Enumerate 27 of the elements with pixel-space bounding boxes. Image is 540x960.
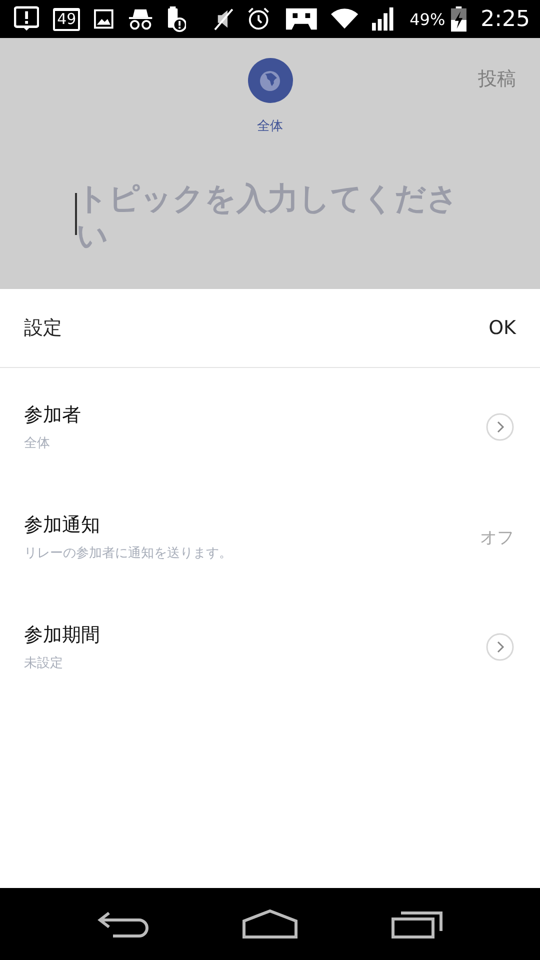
battery-alert-icon — [166, 5, 186, 33]
wifi-icon — [331, 8, 358, 30]
alarm-icon — [247, 7, 271, 31]
setting-description: リレーの参加者に通知を送ります。 — [24, 545, 233, 562]
setting-title[interactable]: 参加者 — [24, 402, 486, 428]
setting-description: 全体 — [24, 435, 51, 452]
back-icon[interactable] — [96, 909, 149, 939]
image-icon — [94, 9, 114, 29]
settings-title: 設定 — [24, 316, 62, 341]
globe-avatar[interactable] — [248, 58, 292, 103]
charging-battery-icon — [451, 6, 467, 32]
setting-description: 未設定 — [24, 655, 64, 672]
signal-icon — [372, 7, 396, 31]
calendar-icon: 49 — [53, 8, 80, 30]
clock-time: 2:25 — [480, 6, 530, 32]
cassette-icon — [284, 7, 318, 31]
recent-apps-icon[interactable] — [391, 909, 444, 939]
ok-button[interactable]: OK — [488, 317, 516, 339]
alert-icon — [14, 6, 40, 32]
battery-percent: 49% — [410, 10, 446, 28]
setting-title[interactable]: 参加期間 — [24, 622, 486, 648]
muted-speaker-icon — [214, 7, 234, 31]
audience-label: 全体 — [257, 118, 283, 135]
globe-icon — [259, 70, 281, 92]
incognito-icon — [128, 7, 153, 31]
home-icon[interactable] — [242, 909, 298, 939]
setting-title[interactable]: 参加通知 — [24, 512, 480, 538]
